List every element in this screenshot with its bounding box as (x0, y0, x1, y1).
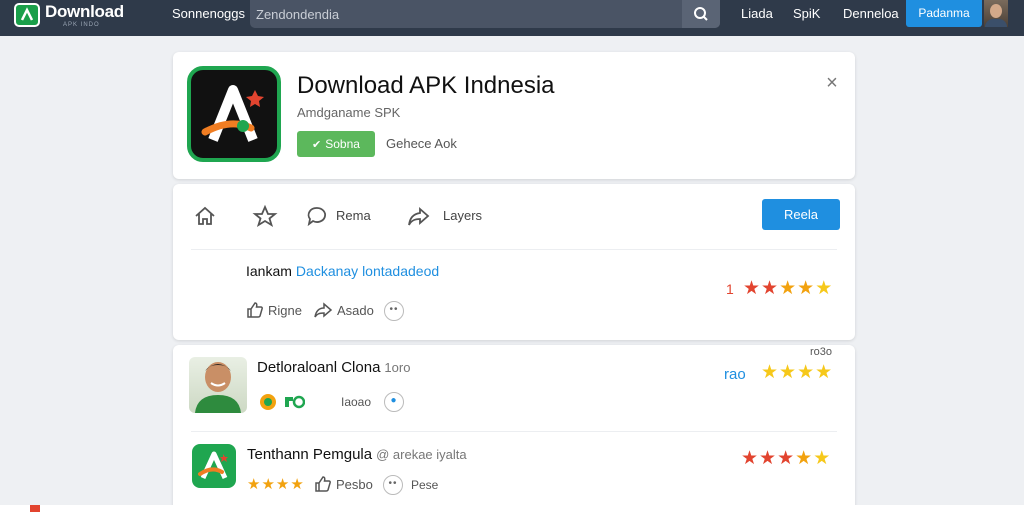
more-options-icon[interactable]: •• (384, 301, 404, 321)
top-navigation-bar: Download APK INDO Sonnenoggs Liada SpiK … (0, 0, 1024, 36)
primary-nav-button[interactable]: Padanma (906, 0, 982, 27)
featured-review-link[interactable]: Dackanay lontadadeod (296, 263, 439, 279)
more-options-icon[interactable]: ● (384, 392, 404, 412)
logo-title: Download (45, 2, 124, 21)
star-icon: ★ (247, 476, 261, 493)
reviewer-name-suffix: 1oro (384, 360, 411, 375)
search-button[interactable] (682, 0, 720, 28)
star-icon: ★ (759, 448, 777, 469)
star-rating: ★ ★ ★ ★ ★ (743, 279, 833, 298)
featured-review-author: Iankam (246, 263, 292, 279)
search-input[interactable] (250, 0, 680, 28)
share-arrow-icon (314, 302, 333, 318)
list-item[interactable]: Detloraloanl Clona 1oro ro3o rao ★ ★ ★ ★ … (173, 345, 855, 431)
rating-count: 1 (726, 281, 734, 297)
star-icon: ★ (797, 278, 815, 299)
share-arrow-icon[interactable] (406, 203, 432, 229)
search-bar (250, 0, 720, 28)
toolbar-label-rema[interactable]: Rema (336, 208, 371, 223)
star-icon: ★ (741, 448, 759, 469)
divider (191, 249, 837, 250)
thumbs-up-icon (315, 476, 331, 492)
app-logo-icon (187, 66, 281, 162)
toolbar-action-button[interactable]: Reela (762, 199, 840, 230)
star-outline-icon[interactable] (252, 203, 278, 229)
site-logo[interactable]: Download APK INDO (14, 2, 124, 29)
thumbs-up-icon (247, 302, 263, 318)
nav-link-1[interactable]: Liada (741, 0, 773, 36)
logo-mark-icon (14, 3, 40, 27)
like-action[interactable]: Rigne (246, 301, 302, 319)
item-meta: Iaoao (341, 395, 372, 409)
home-icon[interactable] (192, 203, 218, 229)
star-icon: ★ (761, 278, 779, 299)
review-card: Rema Layers Reela Iankam Dackanay lontada… (173, 184, 855, 340)
search-icon (694, 7, 708, 21)
app-subtitle: Amdganame SPK (297, 105, 401, 120)
like-label: Pesbo (336, 476, 373, 492)
logo-subtitle: APK INDO (63, 22, 100, 28)
like-label: Rigne (268, 302, 302, 318)
reviewer-name: Detloraloanl Clona 1oro (257, 359, 410, 376)
star-icon: ★ (777, 448, 795, 469)
nav-link-left[interactable]: Sonnenoggs (172, 0, 245, 36)
star-icon: ★ (275, 476, 290, 493)
item-meta: Pese (411, 478, 439, 492)
comment-icon[interactable] (304, 203, 330, 229)
app-badge (259, 393, 305, 411)
logo-text: Download APK INDO (45, 2, 124, 29)
install-button[interactable]: ✔ Sobna (297, 131, 375, 157)
like-action[interactable]: Pesbo (314, 475, 373, 493)
secondary-link[interactable]: Gehece Aok (386, 136, 457, 151)
featured-review-title: Iankam Dackanay lontadadeod (246, 263, 439, 279)
star-icon: ★ (743, 278, 761, 299)
star-icon: ★ (779, 278, 797, 299)
timestamp: ro3o (810, 346, 833, 358)
star-icon: ★ (290, 476, 304, 493)
reviewer-name-text: Tenthann Pemgula (247, 446, 373, 463)
user-avatar[interactable] (984, 0, 1008, 27)
share-action[interactable]: Asado (313, 301, 374, 319)
app-badge-icon (260, 394, 305, 410)
reviewer-name: Tenthann Pemgula @ arekae iyalta (247, 446, 467, 463)
star-icon: ★ (761, 362, 779, 383)
star-rating: ★ ★ ★ ★ ★ (741, 449, 831, 468)
star-icon: ★ (261, 476, 275, 493)
star-icon: ★ (815, 278, 833, 299)
check-icon: ✔ (312, 139, 322, 151)
small-star-rating: ★ ★ ★ ★ (247, 475, 305, 494)
rating-count: rao (724, 366, 746, 383)
star-rating: ★ ★ ★ ★ (761, 363, 833, 382)
star-icon: ★ (797, 362, 815, 383)
reviewer-avatar (189, 357, 247, 413)
share-label: Asado (337, 302, 374, 318)
list-item[interactable]: Tenthann Pemgula @ arekae iyalta ★ ★ ★ ★ … (173, 432, 855, 512)
nav-link-3[interactable]: Denneloa (843, 0, 899, 36)
app-title: Download APK Indnesia (297, 72, 555, 99)
install-button-label: Sobna (325, 137, 360, 151)
star-icon: ★ (813, 448, 831, 469)
nav-link-2[interactable]: SpiK (793, 0, 820, 36)
review-list-card: Detloraloanl Clona 1oro ro3o rao ★ ★ ★ ★ … (173, 345, 855, 512)
app-logo-icon (192, 444, 236, 488)
reviewer-name-suffix: @ arekae iyalta (376, 447, 467, 462)
toolbar-label-layers[interactable]: Layers (443, 208, 482, 223)
star-icon: ★ (815, 362, 833, 383)
star-icon: ★ (779, 362, 797, 383)
close-icon[interactable]: × (823, 73, 841, 93)
star-icon: ★ (795, 448, 813, 469)
more-options-icon[interactable]: •• (383, 475, 403, 495)
bottom-strip (0, 505, 1024, 512)
reviewer-name-text: Detloraloanl Clona (257, 359, 381, 376)
app-header-card: Download APK Indnesia Amdganame SPK ✔ Sob… (173, 52, 855, 179)
